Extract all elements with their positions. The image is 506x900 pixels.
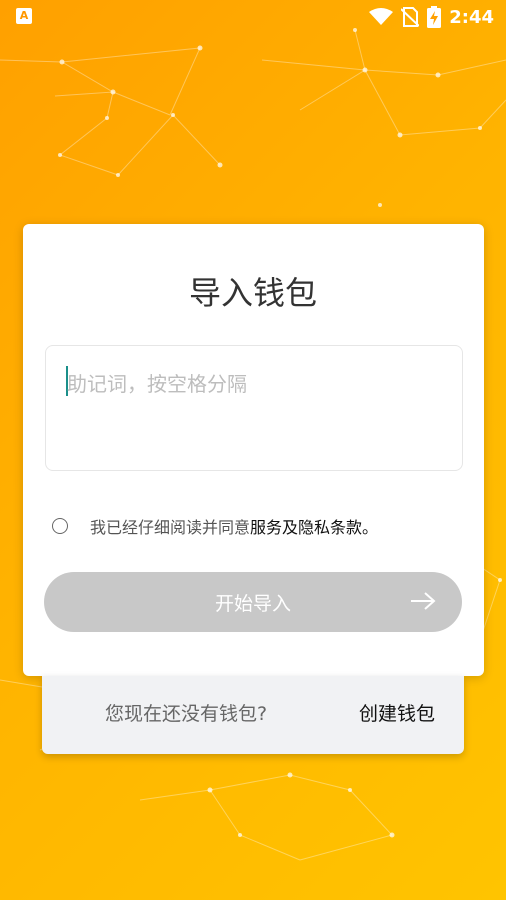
wifi-icon <box>369 8 394 25</box>
mnemonic-placeholder: 助记词，按空格分隔 <box>67 372 247 396</box>
start-import-label: 开始导入 <box>214 593 291 615</box>
agreement-checkbox[interactable] <box>52 518 68 534</box>
agreement-text: 我已经仔细阅读并同意 <box>90 518 251 537</box>
status-icons: 2:44 <box>369 6 494 28</box>
no-sim-icon <box>401 7 420 27</box>
arrow-right-icon <box>411 592 436 610</box>
clock: 2:44 <box>449 6 494 28</box>
start-import-button[interactable]: 开始导入 <box>44 572 462 632</box>
create-wallet-link[interactable]: 创建钱包 <box>359 699 435 726</box>
app-notification-icon: A <box>16 8 32 24</box>
agreement-row: 我已经仔细阅读并同意 服务及隐私条款。 <box>52 514 378 538</box>
no-wallet-prompt: 您现在还没有钱包? <box>105 703 268 725</box>
status-bar: A 2:44 <box>0 0 506 34</box>
battery-charging-icon <box>427 6 442 28</box>
mnemonic-input[interactable] <box>45 345 463 471</box>
page-title: 导入钱包 <box>188 274 317 312</box>
terms-link[interactable]: 服务及隐私条款。 <box>250 514 378 538</box>
